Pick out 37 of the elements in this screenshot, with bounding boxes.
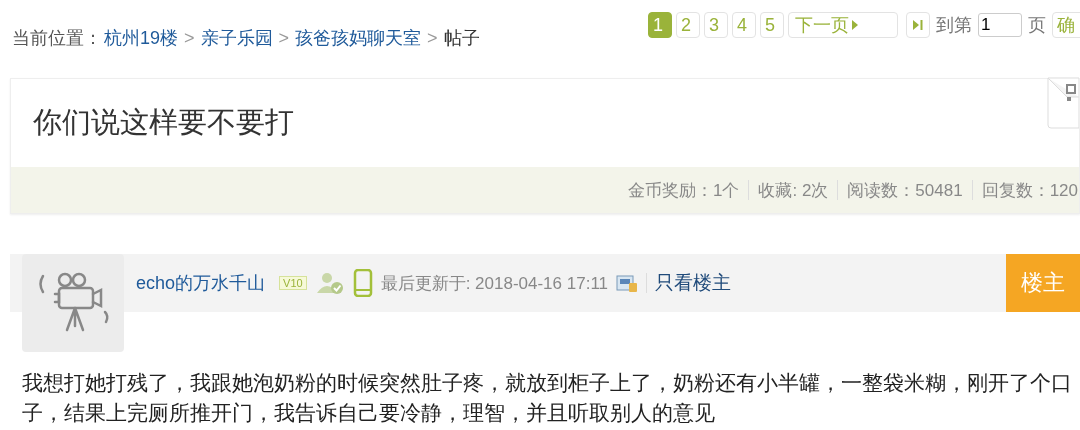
- breadcrumb-link[interactable]: 亲子乐园: [200, 26, 273, 50]
- author-link[interactable]: echo的万水千山: [136, 271, 266, 295]
- breadcrumb-separator: >: [427, 27, 438, 49]
- last-updated: 最后更新于: 2018-04-16 17:11: [380, 272, 609, 295]
- page-button[interactable]: 3: [704, 12, 728, 38]
- level-badge: V10: [279, 276, 307, 290]
- last-page-icon: [912, 19, 924, 31]
- page-unit: 页: [1028, 14, 1046, 37]
- goto-label: 到第: [936, 14, 972, 37]
- verified-user-icon: [314, 271, 345, 295]
- breadcrumb-separator: >: [278, 27, 290, 49]
- page-button[interactable]: 1: [648, 12, 672, 38]
- confirm-button[interactable]: 确: [1052, 12, 1080, 38]
- phone-icon: [352, 269, 373, 297]
- only-author-link[interactable]: 只看楼主: [655, 270, 732, 296]
- breadcrumb-current: 帖子: [443, 27, 480, 50]
- breadcrumb-link[interactable]: 杭州19楼: [104, 26, 179, 50]
- image-icon: [616, 273, 639, 293]
- breadcrumb-link[interactable]: 孩爸孩妈聊天室: [295, 26, 422, 50]
- avatar[interactable]: [22, 254, 124, 352]
- play-icon: [851, 19, 859, 31]
- post-body: 我想打她打残了，我跟她泡奶粉的时候突然肚子疼，就放到柜子上了，奶粉还有小半罐，一整袋米糊，刚开了个口子，结果上完厕所推开门，我告诉自己要冷静，理智，并且听取别人的意见: [22, 370, 1073, 426]
- post-stat: 阅读数：50481: [847, 179, 963, 202]
- page-button[interactable]: 4: [732, 12, 756, 38]
- last-page-button[interactable]: [906, 12, 930, 38]
- post-stat: 回复数：120: [981, 179, 1078, 202]
- page-button[interactable]: 2: [676, 12, 700, 38]
- page-input[interactable]: 1: [978, 13, 1022, 37]
- breadcrumb-separator: >: [184, 27, 195, 49]
- post-stat: 收藏: 2次: [758, 179, 829, 202]
- post-title: 你们说这样要不要打: [32, 105, 294, 140]
- breadcrumb-label: 当前位置：: [12, 27, 102, 50]
- page-button[interactable]: 5: [760, 12, 784, 38]
- qr-code-icon[interactable]: [1047, 77, 1079, 129]
- post-stat: 金币奖励：1个: [627, 179, 740, 202]
- next-page-button[interactable]: 下一页: [788, 12, 898, 38]
- floor-label: 楼主: [1006, 254, 1080, 312]
